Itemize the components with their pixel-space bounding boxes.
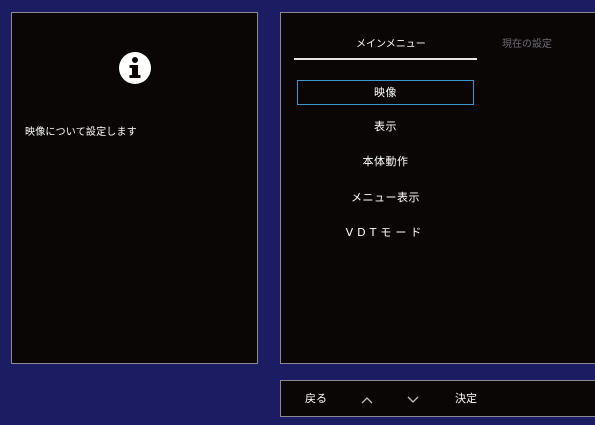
chevron-up-icon xyxy=(361,396,373,403)
info-description: 映像について設定します xyxy=(25,127,137,138)
down-button[interactable] xyxy=(407,381,419,417)
button-bar: 戻る 決定 xyxy=(280,380,595,417)
info-panel: 映像について設定します xyxy=(11,12,258,364)
tab-current-settings[interactable]: 現在の設定 xyxy=(502,35,552,50)
back-button[interactable]: 戻る xyxy=(305,381,327,417)
menu-item-video[interactable]: 映像 xyxy=(297,80,474,105)
menu-item-device-operation[interactable]: 本体動作 xyxy=(297,150,474,175)
chevron-down-icon xyxy=(407,396,419,403)
active-tab-underline xyxy=(294,58,477,60)
menu-item-menu-display[interactable]: メニュー表示 xyxy=(297,186,474,211)
menu-item-display[interactable]: 表示 xyxy=(297,115,474,140)
menu-item-vdt-mode[interactable]: VDTモード xyxy=(297,221,474,246)
info-icon xyxy=(119,52,151,84)
ok-button[interactable]: 決定 xyxy=(455,381,477,417)
tab-main-menu[interactable]: メインメニュー xyxy=(356,35,426,50)
menu-panel: メインメニュー 現在の設定 映像 表示 本体動作 メニュー表示 VDTモード xyxy=(280,12,595,364)
up-button[interactable] xyxy=(361,381,373,417)
